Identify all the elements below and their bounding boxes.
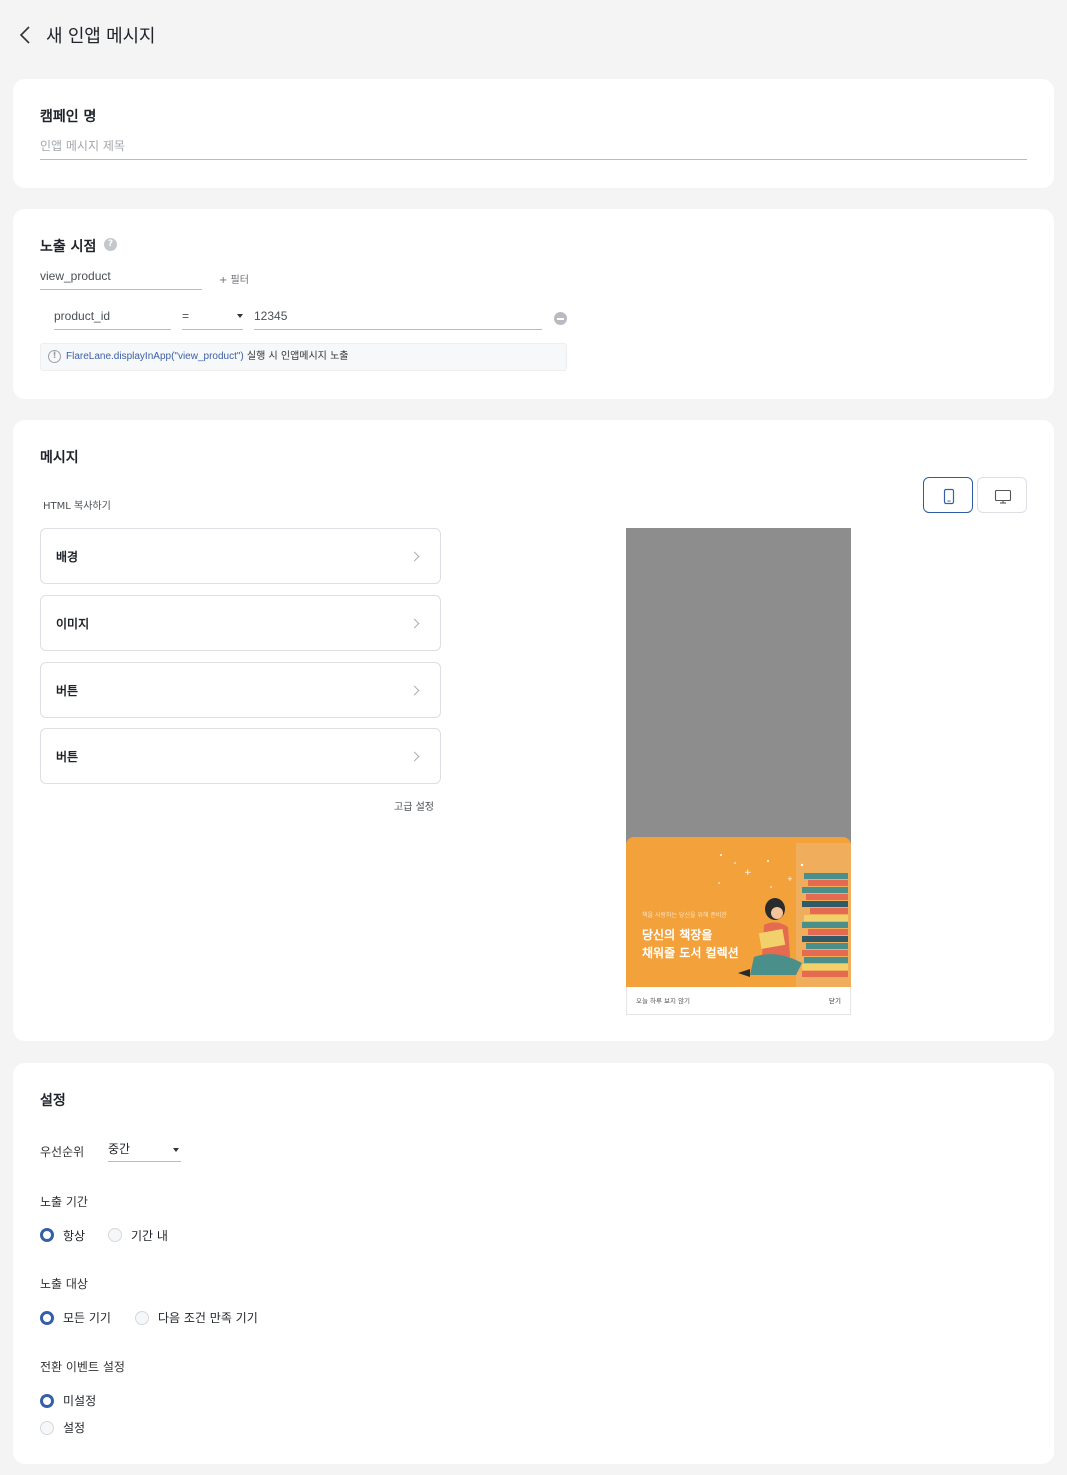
period-label: 노출 기간 <box>40 1195 88 1209</box>
priority-label: 우선순위 <box>40 1145 85 1159</box>
conversion-set-radio[interactable] <box>40 1421 54 1435</box>
mobile-preview-button[interactable] <box>923 477 973 513</box>
banner-subtitle: 책을 사랑하는 당신을 위해 준비한 <box>642 912 727 919</box>
section-button-1[interactable]: 버튼 <box>40 662 441 718</box>
copy-html-button[interactable]: HTML 복사하기 <box>43 497 111 512</box>
section-label: 이미지 <box>56 617 90 631</box>
priority-value: 중간 <box>108 1142 131 1156</box>
settings-card: 설정 우선순위 중간 노출 기간 항상 기간 내 노출 대상 모든 기기 다음 … <box>13 1063 1054 1464</box>
dont-show-today-button[interactable]: 오늘 하루 보지 않기 <box>636 995 690 1005</box>
target-condition-label[interactable]: 다음 조건 만족 기기 <box>158 1309 258 1326</box>
trigger-title: 노출 시점 <box>40 239 97 255</box>
page-title: 새 인앱 메시지 <box>46 26 156 47</box>
period-always-radio[interactable] <box>40 1228 54 1242</box>
section-label: 버튼 <box>56 684 79 698</box>
section-label: 배경 <box>56 550 79 564</box>
filter-operator-value: = <box>182 309 190 323</box>
advanced-settings-link[interactable]: 고급 설정 <box>394 798 434 813</box>
chevron-right-icon <box>409 685 420 696</box>
back-arrow-icon[interactable] <box>16 24 36 46</box>
period-range-label[interactable]: 기간 내 <box>131 1227 168 1244</box>
message-title: 메시지 <box>40 450 79 466</box>
section-label: 버튼 <box>56 750 79 764</box>
trigger-hint: ! FlareLane.displayInApp("view_product")… <box>40 343 567 371</box>
headline-line-2: 채워줄 도서 컬렉션 <box>642 946 739 960</box>
headline-line-1: 당신의 책장을 <box>642 928 713 942</box>
chevron-right-icon <box>409 751 420 762</box>
priority-select[interactable]: 중간 <box>108 1140 181 1162</box>
conversion-set-label[interactable]: 설정 <box>63 1419 85 1436</box>
filter-value-field[interactable]: 12345 <box>254 309 542 330</box>
hint-text: 실행 시 인앱메시지 노출 <box>243 351 349 362</box>
section-background[interactable]: 배경 <box>40 528 441 584</box>
campaign-name-input[interactable] <box>40 133 1027 160</box>
campaign-card: 캠페인 명 <box>13 79 1054 188</box>
target-condition-radio[interactable] <box>135 1311 149 1325</box>
mobile-icon <box>943 488 955 505</box>
chevron-right-icon <box>409 551 420 562</box>
message-card: 메시지 HTML 복사하기 배경 이미지 버튼 버튼 고급 설정 + + 책을 … <box>13 420 1054 1041</box>
conversion-label: 전환 이벤트 설정 <box>40 1360 125 1374</box>
remove-filter-icon[interactable] <box>554 312 567 325</box>
target-all-label[interactable]: 모든 기기 <box>63 1309 111 1326</box>
target-all-radio[interactable] <box>40 1311 54 1325</box>
add-filter-button[interactable]: + 필터 <box>219 271 249 286</box>
help-icon[interactable]: ? <box>104 238 117 251</box>
close-button[interactable]: 닫기 <box>829 995 841 1005</box>
event-name-field[interactable]: view_product <box>40 269 202 290</box>
message-preview: + + 책을 사랑하는 당신을 위해 준비한 당신의 책장을 채워줄 도서 컬렉… <box>626 528 851 1015</box>
settings-title: 설정 <box>40 1093 66 1109</box>
trigger-card: 노출 시점 ? view_product + 필터 product_id = 1… <box>13 209 1054 399</box>
target-label: 노출 대상 <box>40 1277 88 1291</box>
filter-operator-select[interactable]: = <box>182 309 243 330</box>
caret-down-icon <box>173 1148 179 1152</box>
hint-code: FlareLane.displayInApp("view_product") <box>66 351 244 362</box>
filter-key-field[interactable]: product_id <box>54 309 171 330</box>
section-image[interactable]: 이미지 <box>40 595 441 651</box>
chevron-right-icon <box>409 618 420 629</box>
svg-text:+: + <box>744 868 752 878</box>
period-always-label[interactable]: 항상 <box>63 1227 85 1244</box>
info-icon: ! <box>48 350 61 363</box>
conversion-none-radio[interactable] <box>40 1394 54 1408</box>
desktop-icon <box>994 489 1012 504</box>
svg-text:+: + <box>787 875 793 883</box>
section-button-2[interactable]: 버튼 <box>40 728 441 784</box>
banner-headline: 당신의 책장을 채워줄 도서 컬렉션 <box>642 926 762 962</box>
banner-image[interactable]: + + 책을 사랑하는 당신을 위해 준비한 당신의 책장을 채워줄 도서 컬렉… <box>626 837 851 987</box>
conversion-none-label[interactable]: 미설정 <box>63 1392 96 1409</box>
period-range-radio[interactable] <box>108 1228 122 1242</box>
campaign-title: 캠페인 명 <box>40 109 97 125</box>
desktop-preview-button[interactable] <box>977 477 1027 513</box>
page-header: 새 인앱 메시지 <box>0 0 1067 70</box>
caret-down-icon <box>237 314 243 318</box>
popup-footer: 오늘 하루 보지 않기 닫기 <box>626 987 851 1015</box>
inapp-popup: + + 책을 사랑하는 당신을 위해 준비한 당신의 책장을 채워줄 도서 컬렉… <box>626 837 851 1015</box>
